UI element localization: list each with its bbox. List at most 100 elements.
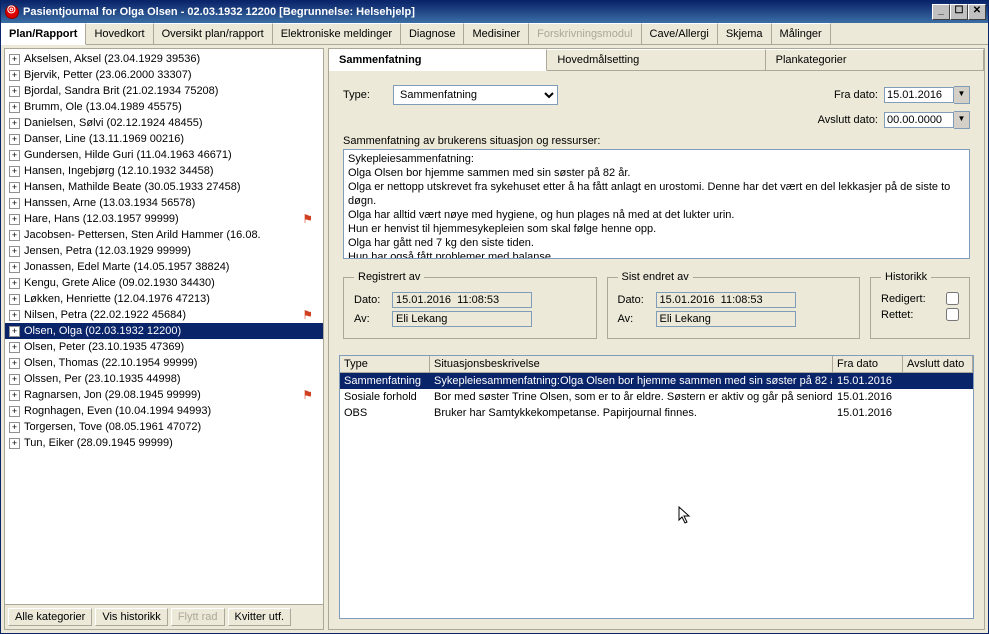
expand-icon[interactable]: + bbox=[9, 166, 20, 177]
patient-tree[interactable]: +Akselsen, Aksel (23.04.1929 39536)+Bjer… bbox=[5, 49, 323, 604]
reg-dato-value bbox=[392, 292, 532, 308]
fra-dato-dropdown-icon[interactable]: ▼ bbox=[954, 86, 970, 104]
tab-cave-allergi[interactable]: Cave/Allergi bbox=[642, 23, 718, 44]
expand-icon[interactable]: + bbox=[9, 390, 20, 401]
expand-icon[interactable]: + bbox=[9, 294, 20, 305]
cell-desc: Bor med søster Trine Olsen, som er to år… bbox=[430, 389, 833, 405]
patient-label: Løkken, Henriette (12.04.1976 47213) bbox=[24, 293, 210, 305]
patient-row[interactable]: +Akselsen, Aksel (23.04.1929 39536) bbox=[5, 51, 323, 67]
expand-icon[interactable]: + bbox=[9, 214, 20, 225]
patient-row[interactable]: + Bjordal, Sandra Brit (21.02.1934 75208) bbox=[5, 83, 323, 99]
patient-row[interactable]: +Hanssen, Arne (13.03.1934 56578) bbox=[5, 195, 323, 211]
patient-row[interactable]: +Olsen, Thomas (22.10.1954 99999) bbox=[5, 355, 323, 371]
patient-label: Olsen, Olga (02.03.1932 12200) bbox=[24, 325, 181, 337]
maximize-button[interactable]: ☐ bbox=[950, 4, 968, 20]
expand-icon[interactable]: + bbox=[9, 198, 20, 209]
expand-icon[interactable]: + bbox=[9, 54, 20, 65]
minimize-button[interactable]: _ bbox=[932, 4, 950, 20]
expand-icon[interactable]: + bbox=[9, 422, 20, 433]
tab-sammenfatning[interactable]: Sammenfatning bbox=[329, 49, 547, 71]
situasjon-textarea[interactable]: Sykepleiesammenfatning: Olga Olsen bor h… bbox=[343, 149, 970, 259]
cell-fra: 15.01.2016 bbox=[833, 373, 903, 389]
patient-row[interactable]: + Gundersen, Hilde Guri (11.04.1963 46671… bbox=[5, 147, 323, 163]
tab-diagnose[interactable]: Diagnose bbox=[401, 23, 464, 44]
tab-plan-rapport[interactable]: Plan/Rapport bbox=[1, 23, 86, 45]
patient-row[interactable]: +Nilsen, Petra (22.02.1922 45684) bbox=[5, 307, 323, 323]
type-select[interactable]: Sammenfatning bbox=[393, 85, 558, 105]
right-panel: Sammenfatning Hovedmålsetting Plankatego… bbox=[328, 48, 985, 630]
alle-kategorier-button[interactable]: Alle kategorier bbox=[8, 608, 92, 626]
patient-row[interactable]: +Brumm, Ole (13.04.1989 45575) bbox=[5, 99, 323, 115]
patient-row[interactable]: + Løkken, Henriette (12.04.1976 47213) bbox=[5, 291, 323, 307]
expand-icon[interactable]: + bbox=[9, 70, 20, 81]
patient-row[interactable]: +Jonassen, Edel Marte (14.05.1957 38824) bbox=[5, 259, 323, 275]
patient-label: Bjordal, Sandra Brit (21.02.1934 75208) bbox=[24, 85, 218, 97]
patient-row[interactable]: +Olsen, Peter (23.10.1935 47369) bbox=[5, 339, 323, 355]
expand-icon[interactable]: + bbox=[9, 182, 20, 193]
patient-row[interactable]: +Danielsen, Sølvi (02.12.1924 48455) bbox=[5, 115, 323, 131]
fra-dato-input[interactable]: ▼ bbox=[884, 86, 970, 104]
tab-malinger[interactable]: Målinger bbox=[772, 23, 831, 44]
patient-row[interactable]: +Bjervik, Petter (23.06.2000 33307) bbox=[5, 67, 323, 83]
avslutt-dato-field[interactable] bbox=[884, 112, 954, 128]
patient-label: Gundersen, Hilde Guri (11.04.1963 46671) bbox=[24, 149, 232, 161]
avslutt-dato-dropdown-icon[interactable]: ▼ bbox=[954, 111, 970, 129]
table-row[interactable]: Sosiale forholdBor med søster Trine Olse… bbox=[340, 389, 973, 405]
summary-grid[interactable]: Type Situasjonsbeskrivelse Fra dato Avsl… bbox=[339, 355, 974, 619]
patient-row[interactable]: +Ragnarsen, Jon (29.08.1945 99999) bbox=[5, 387, 323, 403]
expand-icon[interactable]: + bbox=[9, 102, 20, 113]
expand-icon[interactable]: + bbox=[9, 134, 20, 145]
col-desc[interactable]: Situasjonsbeskrivelse bbox=[430, 356, 833, 372]
tab-plankategorier[interactable]: Plankategorier bbox=[766, 49, 984, 70]
patient-row[interactable]: + Olsen, Olga (02.03.1932 12200) bbox=[5, 323, 323, 339]
patient-row[interactable]: +Rognhagen, Even (10.04.1994 94993) bbox=[5, 403, 323, 419]
redigert-label: Redigert: bbox=[881, 293, 926, 305]
patient-row[interactable]: +Danser, Line (13.11.1969 00216) bbox=[5, 131, 323, 147]
tab-hovedmalsetting[interactable]: Hovedmålsetting bbox=[547, 49, 765, 70]
tab-meldinger[interactable]: Elektroniske meldinger bbox=[273, 23, 401, 44]
avslutt-dato-input[interactable]: ▼ bbox=[884, 111, 970, 129]
patient-row[interactable]: +Hansen, Mathilde Beate (30.05.1933 2745… bbox=[5, 179, 323, 195]
tab-oversikt[interactable]: Oversikt plan/rapport bbox=[154, 23, 273, 44]
close-button[interactable]: ✕ bbox=[968, 4, 986, 20]
expand-icon[interactable]: + bbox=[9, 438, 20, 449]
tab-medisiner[interactable]: Medisiner bbox=[464, 23, 529, 44]
col-fra[interactable]: Fra dato bbox=[833, 356, 903, 372]
col-type[interactable]: Type bbox=[340, 356, 430, 372]
patient-row[interactable]: +Hansen, Ingebjørg (12.10.1932 34458) bbox=[5, 163, 323, 179]
expand-icon[interactable]: + bbox=[9, 374, 20, 385]
expand-icon[interactable]: + bbox=[9, 86, 20, 97]
fra-dato-field[interactable] bbox=[884, 87, 954, 103]
tab-forskrivningsmodul: Forskrivningsmodul bbox=[529, 23, 641, 44]
expand-icon[interactable]: + bbox=[9, 406, 20, 417]
table-row[interactable]: OBSBruker har Samtykkekompetanse. Papirj… bbox=[340, 405, 973, 421]
expand-icon[interactable]: + bbox=[9, 342, 20, 353]
type-label: Type: bbox=[343, 89, 393, 101]
table-row[interactable]: SammenfatningSykepleiesammenfatning:Olga… bbox=[340, 373, 973, 389]
tab-hovedkort[interactable]: Hovedkort bbox=[86, 23, 153, 44]
expand-icon[interactable]: + bbox=[9, 246, 20, 257]
expand-icon[interactable]: + bbox=[9, 118, 20, 129]
kvitter-utf-button[interactable]: Kvitter utf. bbox=[228, 608, 292, 626]
col-avslutt[interactable]: Avslutt dato bbox=[903, 356, 973, 372]
vis-historikk-button[interactable]: Vis historikk bbox=[95, 608, 167, 626]
patient-row[interactable]: +Jensen, Petra (12.03.1929 99999) bbox=[5, 243, 323, 259]
patient-row[interactable]: +Hare, Hans (12.03.1957 99999) bbox=[5, 211, 323, 227]
redigert-checkbox[interactable] bbox=[946, 292, 959, 305]
tab-skjema[interactable]: Skjema bbox=[718, 23, 772, 44]
expand-icon[interactable]: + bbox=[9, 262, 20, 273]
expand-icon[interactable]: + bbox=[9, 230, 20, 241]
patient-row[interactable]: +Torgersen, Tove (08.05.1961 47072) bbox=[5, 419, 323, 435]
patient-row[interactable]: +Tun, Eiker (28.09.1945 99999) bbox=[5, 435, 323, 451]
expand-icon[interactable]: + bbox=[9, 358, 20, 369]
expand-icon[interactable]: + bbox=[9, 310, 20, 321]
expand-icon[interactable]: + bbox=[9, 326, 20, 337]
expand-icon[interactable]: + bbox=[9, 278, 20, 289]
titlebar: Pasientjournal for Olga Olsen - 02.03.19… bbox=[1, 1, 988, 23]
patient-row[interactable]: +Jacobsen- Pettersen, Sten Arild Hammer … bbox=[5, 227, 323, 243]
patient-row[interactable]: +Olssen, Per (23.10.1935 44998) bbox=[5, 371, 323, 387]
cell-avslutt bbox=[903, 389, 973, 405]
patient-row[interactable]: +Kengu, Grete Alice (09.02.1930 34430) bbox=[5, 275, 323, 291]
expand-icon[interactable]: + bbox=[9, 150, 20, 161]
rettet-checkbox[interactable] bbox=[946, 308, 959, 321]
